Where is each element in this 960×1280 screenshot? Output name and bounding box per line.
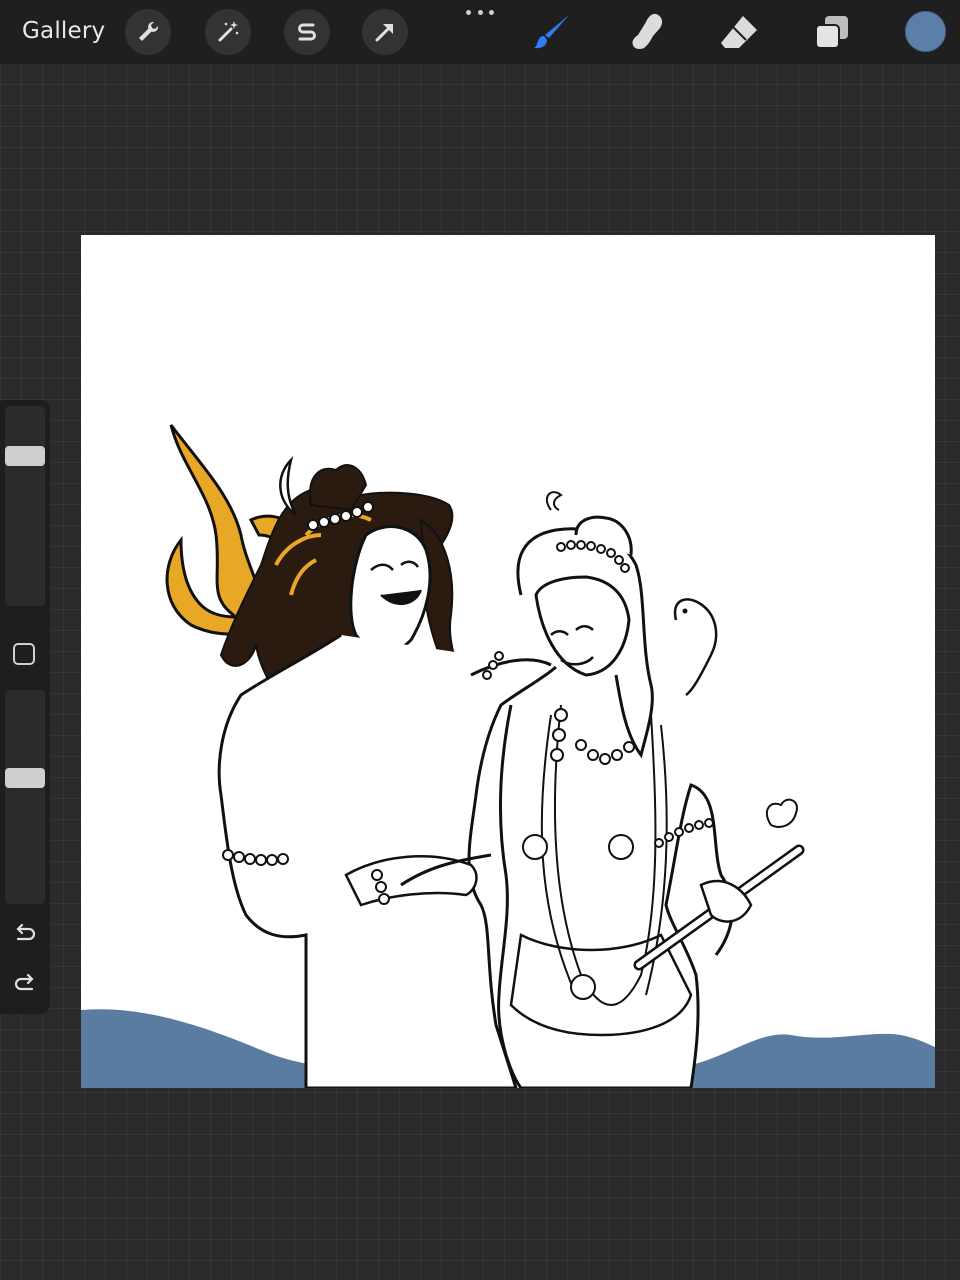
gallery-button[interactable]: Gallery bbox=[22, 18, 105, 44]
left-sidebar bbox=[0, 400, 50, 1014]
shiva-face bbox=[349, 525, 432, 655]
snake bbox=[673, 598, 718, 697]
undo-button[interactable] bbox=[10, 919, 40, 949]
wrench-icon bbox=[139, 21, 159, 41]
layers-icon bbox=[815, 16, 848, 49]
brush-tool-button[interactable] bbox=[532, 12, 572, 52]
transform-button[interactable] bbox=[362, 9, 408, 55]
opacity-thumb[interactable] bbox=[5, 767, 45, 788]
smudge-tool-button[interactable] bbox=[626, 12, 666, 52]
modify-square-icon[interactable] bbox=[13, 643, 35, 665]
artwork-illustration bbox=[81, 424, 935, 1088]
adjustments-button[interactable] bbox=[205, 9, 251, 55]
actions-button[interactable] bbox=[125, 9, 171, 55]
color-swatch-button[interactable] bbox=[905, 11, 946, 52]
eraser-tool-button[interactable] bbox=[719, 12, 759, 52]
more-options-dots[interactable] bbox=[466, 6, 494, 18]
redo-icon bbox=[14, 973, 34, 991]
landscape-hills bbox=[81, 1009, 343, 1088]
eraser-icon bbox=[721, 16, 757, 48]
brush-size-thumb[interactable] bbox=[5, 445, 45, 466]
selection-button[interactable] bbox=[284, 9, 330, 55]
brush-size-slider[interactable] bbox=[5, 406, 45, 606]
top-toolbar: Gallery bbox=[0, 0, 960, 64]
brush-icon bbox=[534, 15, 569, 49]
undo-icon bbox=[16, 923, 36, 941]
redo-button[interactable] bbox=[10, 969, 40, 999]
landscape-hills-right bbox=[691, 1033, 935, 1088]
smudge-icon bbox=[632, 13, 663, 50]
drawing-canvas[interactable] bbox=[81, 235, 935, 1088]
selection-s-icon bbox=[298, 23, 316, 41]
opacity-slider[interactable] bbox=[5, 690, 45, 904]
magic-wand-icon bbox=[218, 21, 239, 42]
layers-button[interactable] bbox=[812, 12, 852, 52]
transform-arrow-icon bbox=[375, 24, 393, 42]
